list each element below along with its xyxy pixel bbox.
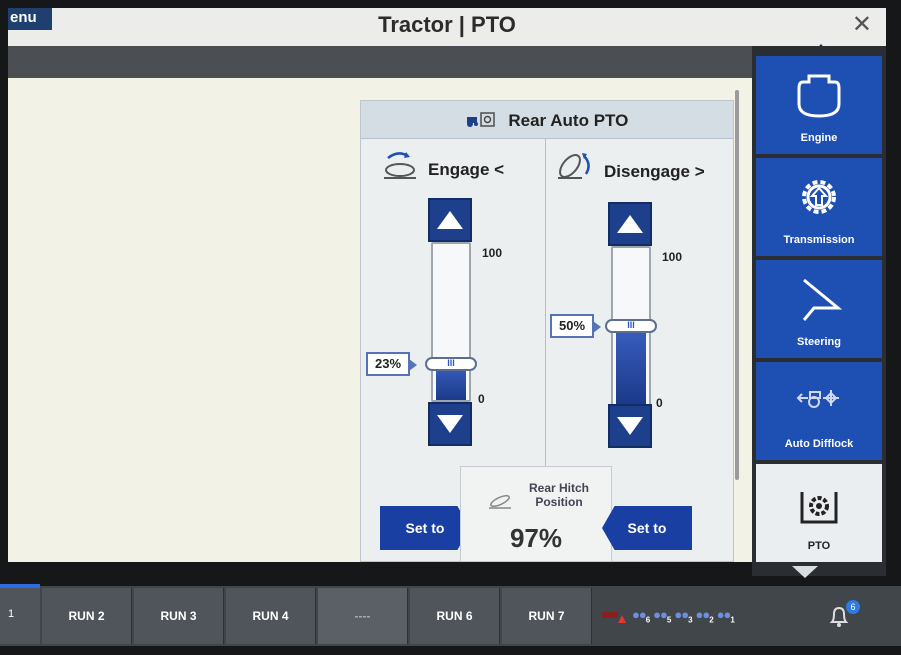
disengage-decrease-button[interactable] bbox=[608, 404, 652, 448]
engage-label: Engage < bbox=[428, 160, 505, 179]
disengage-icon bbox=[558, 153, 590, 179]
engage-value-badge: 23% bbox=[366, 352, 417, 376]
card-title: Rear Auto PTO bbox=[508, 111, 629, 130]
disengage-increase-button[interactable] bbox=[608, 202, 652, 246]
transmission-gear-icon bbox=[802, 180, 836, 214]
tractor-group-icon: ●●3 bbox=[674, 607, 692, 625]
set-to-disengage-button[interactable]: Set to bbox=[602, 506, 692, 550]
tractor-group-icon: ●●2 bbox=[695, 607, 714, 625]
page-title: Tractor | PTO bbox=[378, 12, 516, 37]
disengage-max-tick: 100 bbox=[662, 250, 683, 264]
sidebar-label-engine: Engine bbox=[800, 132, 838, 144]
sub-toolbar bbox=[8, 46, 752, 78]
sidebar-item-engine[interactable]: Engine bbox=[756, 56, 882, 154]
sidebar-label-auto-difflock: Auto Difflock bbox=[784, 438, 854, 450]
engage-decrease-button[interactable] bbox=[428, 402, 472, 446]
engage-max-tick: 100 bbox=[482, 246, 503, 260]
engage-min-tick: 0 bbox=[478, 392, 485, 406]
tractor-auto-icon bbox=[466, 112, 495, 127]
sidebar-label-transmission: Transmission bbox=[783, 234, 855, 246]
run-4-tab[interactable]: RUN 4 bbox=[226, 588, 316, 644]
notification-count-badge: 6 bbox=[846, 600, 860, 614]
run-7-tab[interactable]: RUN 7 bbox=[502, 588, 592, 644]
disengage-label: Disengage > bbox=[604, 162, 705, 181]
hitch-label: Rear Hitch Position bbox=[528, 481, 590, 509]
sidebar-label-pto: PTO bbox=[807, 540, 831, 552]
sidebar-label-steering: Steering bbox=[796, 336, 841, 348]
sidebar-scroll-up-icon[interactable] bbox=[812, 44, 830, 54]
engage-slider-track[interactable]: III bbox=[425, 242, 477, 402]
title-bar: enu Tractor | PTO ✕ bbox=[8, 8, 886, 46]
engage-icon bbox=[384, 152, 416, 179]
set-to-engage-button[interactable]: Set to bbox=[380, 506, 470, 550]
hitch-icon bbox=[489, 495, 511, 509]
tractor-group-icon: ●●6 bbox=[632, 607, 650, 625]
disengage-slider-track[interactable]: III bbox=[605, 246, 657, 406]
rear-hitch-position-panel: Rear Hitch Position 97% bbox=[460, 466, 612, 562]
disengage-min-tick: 0 bbox=[656, 396, 663, 410]
disengage-slider-thumb[interactable]: III bbox=[605, 319, 657, 333]
run-1-tab[interactable]: 1 bbox=[0, 588, 40, 644]
disengage-slider-fill bbox=[616, 326, 646, 404]
card-header: Rear Auto PTO bbox=[361, 101, 733, 139]
disengage-value-badge: 50% bbox=[550, 314, 601, 338]
engage-slider-thumb[interactable]: III bbox=[425, 357, 477, 371]
sidebar-item-pto[interactable]: PTO bbox=[756, 464, 882, 562]
close-button[interactable]: ✕ bbox=[852, 12, 872, 38]
run-5-tab[interactable]: ---- bbox=[318, 588, 408, 644]
tractor-group-icon: ●●1 bbox=[716, 607, 735, 625]
scrollbar[interactable] bbox=[735, 90, 739, 480]
steering-icon bbox=[802, 278, 843, 321]
run-3-tab[interactable]: RUN 3 bbox=[134, 588, 224, 644]
sidebar-item-auto-difflock[interactable]: Auto Difflock bbox=[756, 362, 882, 460]
engine-icon bbox=[797, 74, 841, 118]
pto-icon bbox=[800, 492, 838, 524]
difflock-icon bbox=[796, 390, 839, 408]
hitch-value: 97% bbox=[509, 523, 563, 553]
tractor-group-icon: ●●5 bbox=[653, 607, 671, 625]
sidebar-scroll-down-icon[interactable] bbox=[792, 566, 818, 578]
run-6-tab[interactable]: RUN 6 bbox=[410, 588, 500, 644]
engage-increase-button[interactable] bbox=[428, 198, 472, 242]
column-divider bbox=[545, 139, 546, 469]
tractor-warning-icon bbox=[602, 612, 626, 623]
tractor-status-group[interactable]: ●●6 ●●5 ●●3 ●●2 ●●1 bbox=[596, 588, 806, 644]
run-2-tab[interactable]: RUN 2 bbox=[42, 588, 132, 644]
sidebar-item-transmission[interactable]: Transmission bbox=[756, 158, 882, 256]
sidebar-item-steering[interactable]: Steering bbox=[756, 260, 882, 358]
